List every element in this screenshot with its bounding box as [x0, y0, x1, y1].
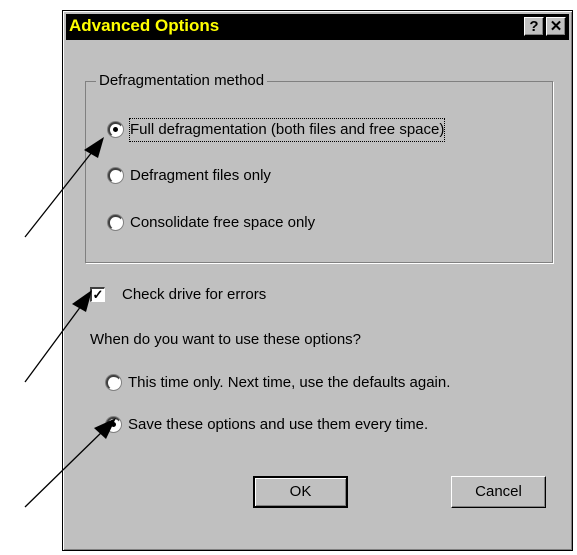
option-label: Save these options and use them every ti…: [128, 416, 429, 433]
usage-question: When do you want to use these options?: [90, 331, 362, 348]
radio-button-selected[interactable]: [108, 122, 123, 137]
advanced-options-dialog: Advanced Options ? ✕ Defragmentation met…: [62, 10, 573, 551]
title-bar[interactable]: Advanced Options ? ✕: [66, 14, 569, 40]
radio-button[interactable]: [108, 168, 123, 183]
option-label: Defragment files only: [130, 167, 271, 184]
ok-button[interactable]: OK: [253, 476, 348, 508]
checkbox-label: Check drive for errors: [122, 286, 267, 303]
option-label: Full defragmentation (both files and fre…: [128, 118, 446, 142]
cancel-button[interactable]: Cancel: [451, 476, 546, 508]
checkbox-checked[interactable]: ✓: [90, 287, 105, 302]
help-button[interactable]: ?: [524, 17, 544, 36]
option-label: This time only. Next time, use the defau…: [128, 374, 451, 391]
group-label: Defragmentation method: [96, 72, 268, 89]
radio-button-selected[interactable]: [106, 417, 121, 432]
radio-button[interactable]: [108, 215, 123, 230]
radio-button[interactable]: [106, 375, 121, 390]
dialog-title: Advanced Options: [69, 16, 220, 35]
defragmentation-method-group: Defragmentation method Full defragmentat…: [85, 72, 553, 263]
close-button[interactable]: ✕: [546, 17, 566, 36]
option-label: Consolidate free space only: [130, 214, 316, 231]
